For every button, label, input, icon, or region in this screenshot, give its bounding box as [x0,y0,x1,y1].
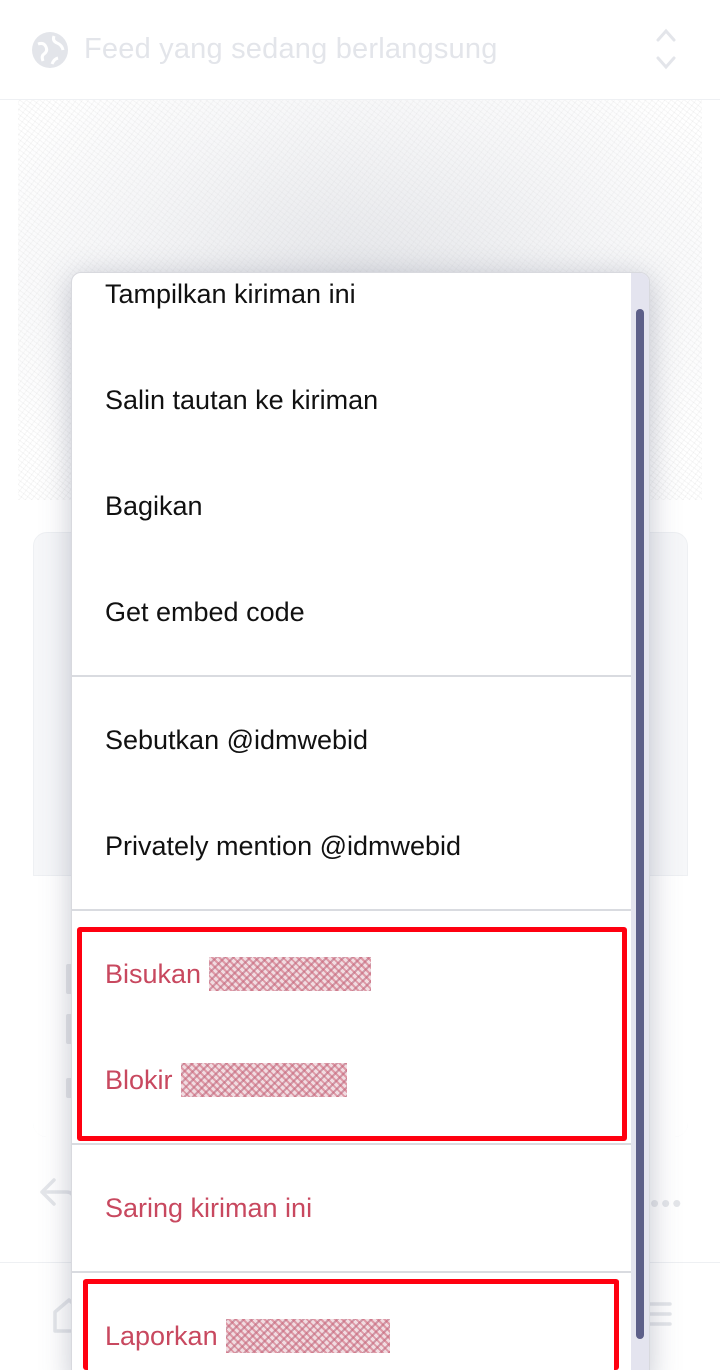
scrollbar-track[interactable] [631,273,649,1370]
post-options-menu: Tampilkan kiriman ini Salin tautan ke ki… [71,272,650,1370]
more-horizontal-icon[interactable]: ••• [650,1188,683,1219]
menu-item-label: Privately mention @idmwebid [105,830,462,861]
menu-divider [72,1143,633,1145]
menu-item-copy-link[interactable]: Salin tautan ke kiriman [72,347,633,453]
menu-item-label: Saring kiriman ini [105,1192,313,1223]
highlight-box-report [83,1279,619,1370]
menu-divider [72,1271,633,1273]
menu-item-embed-code[interactable]: Get embed code [72,559,633,665]
menu-item-mention[interactable]: Sebutkan @idmwebid [72,687,633,793]
globe-icon [32,31,68,68]
menu-item-label: Salin tautan ke kiriman [105,384,379,415]
scrollbar-thumb[interactable] [636,309,644,1339]
menu-divider [72,675,633,677]
column-header: Feed yang sedang berlangsung [0,0,720,100]
page-title: Feed yang sedang berlangsung [84,33,498,65]
highlight-box-mute-block [77,927,627,1141]
menu-item-share[interactable]: Bagikan [72,453,633,559]
menu-item-filter-post[interactable]: Saring kiriman ini [72,1155,633,1261]
menu-item-label: Get embed code [105,596,305,627]
menu-divider [72,909,633,911]
menu-item-private-mention[interactable]: Privately mention @idmwebid [72,793,633,899]
menu-item-show-post[interactable]: Tampilkan kiriman ini [72,273,633,347]
menu-item-label: Bagikan [105,490,203,521]
up-down-chevrons-icon[interactable] [654,26,678,72]
menu-item-label: Tampilkan kiriman ini [105,278,356,309]
menu-item-label: Sebutkan @idmwebid [105,724,369,755]
